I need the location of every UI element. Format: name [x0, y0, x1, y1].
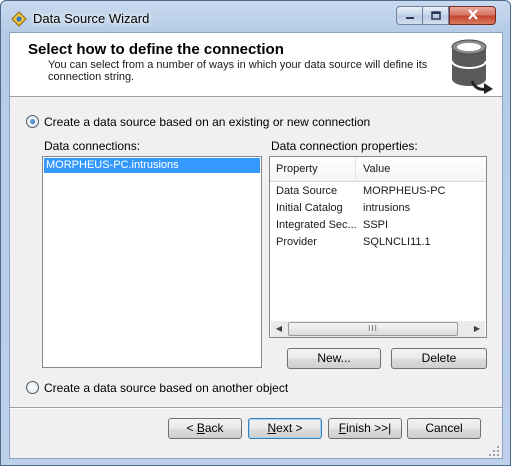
other-object-label[interactable]: Create a data source based on another ob…: [44, 381, 288, 395]
value-cell: SQLNCLI11.1: [363, 236, 431, 248]
back-label: ack: [204, 421, 224, 435]
property-cell: Data Source: [276, 185, 338, 197]
value-cell: SSPI: [363, 219, 389, 231]
wizard-window: Data Source Wizard Select how to define …: [0, 0, 511, 466]
table-row[interactable]: Provider SQLNCLI11.1: [270, 234, 486, 251]
maximize-button[interactable]: [423, 6, 449, 25]
list-item[interactable]: MORPHEUS-PC.intrusions: [44, 158, 260, 173]
footer-divider: [10, 407, 502, 409]
scroll-thumb[interactable]: III: [288, 322, 458, 336]
finish-label: inish >>|: [346, 421, 392, 435]
properties-header: Property Value: [270, 157, 486, 182]
back-button[interactable]: < Back: [168, 418, 242, 439]
wizard-header: Select how to define the connection You …: [10, 33, 502, 97]
minimize-button[interactable]: [396, 6, 423, 25]
column-header-value[interactable]: Value: [357, 157, 477, 182]
back-prefix: <: [186, 421, 197, 435]
radio-selected-dot: [30, 119, 35, 124]
close-button[interactable]: [449, 6, 496, 25]
database-icon: [444, 37, 496, 95]
app-wizard-icon: [11, 11, 27, 27]
property-cell: Integrated Sec...: [276, 219, 357, 231]
horizontal-scrollbar[interactable]: ◀ III ▶: [271, 321, 485, 337]
window-title: Data Source Wizard: [33, 11, 150, 26]
table-row[interactable]: Initial Catalog intrusions: [270, 200, 486, 217]
maximize-icon: [430, 9, 441, 23]
size-grip-icon[interactable]: [488, 445, 500, 457]
new-connection-button[interactable]: New...: [287, 348, 381, 369]
scroll-right-icon[interactable]: ▶: [469, 321, 485, 337]
finish-button[interactable]: Finish >>|: [328, 418, 402, 439]
page-subtitle: You can select from a number of ways in …: [48, 59, 428, 83]
delete-connection-button[interactable]: Delete: [391, 348, 487, 369]
next-button[interactable]: Next >: [248, 418, 322, 439]
table-row[interactable]: Data Source MORPHEUS-PC: [270, 183, 486, 200]
finish-mnemonic: F: [338, 421, 347, 435]
minimize-icon: [405, 9, 415, 23]
existing-connection-radio[interactable]: [26, 115, 39, 128]
property-cell: Provider: [276, 236, 317, 248]
table-row[interactable]: Integrated Sec... SSPI: [270, 217, 486, 234]
next-label: ext >: [276, 421, 303, 435]
page-title: Select how to define the connection: [28, 41, 284, 58]
next-mnemonic: N: [267, 421, 277, 435]
data-connections-list[interactable]: MORPHEUS-PC.intrusions: [42, 156, 262, 368]
scroll-left-icon[interactable]: ◀: [271, 321, 287, 337]
cancel-button[interactable]: Cancel: [407, 418, 481, 439]
back-mnemonic: B: [196, 421, 205, 435]
value-cell: MORPHEUS-PC: [363, 185, 446, 197]
title-bar[interactable]: Data Source Wizard: [1, 1, 510, 33]
column-header-property[interactable]: Property: [270, 157, 356, 182]
connection-properties-label: Data connection properties:: [271, 139, 418, 153]
connection-properties-grid[interactable]: Property Value Data Source MORPHEUS-PC I…: [269, 156, 487, 338]
existing-connection-label[interactable]: Create a data source based on an existin…: [44, 115, 370, 129]
data-connections-label: Data connections:: [44, 139, 141, 153]
other-object-radio[interactable]: [26, 381, 39, 394]
close-icon: [467, 8, 479, 23]
property-cell: Initial Catalog: [276, 202, 343, 214]
value-cell: intrusions: [363, 202, 411, 214]
wizard-client-area: Select how to define the connection You …: [9, 32, 503, 459]
